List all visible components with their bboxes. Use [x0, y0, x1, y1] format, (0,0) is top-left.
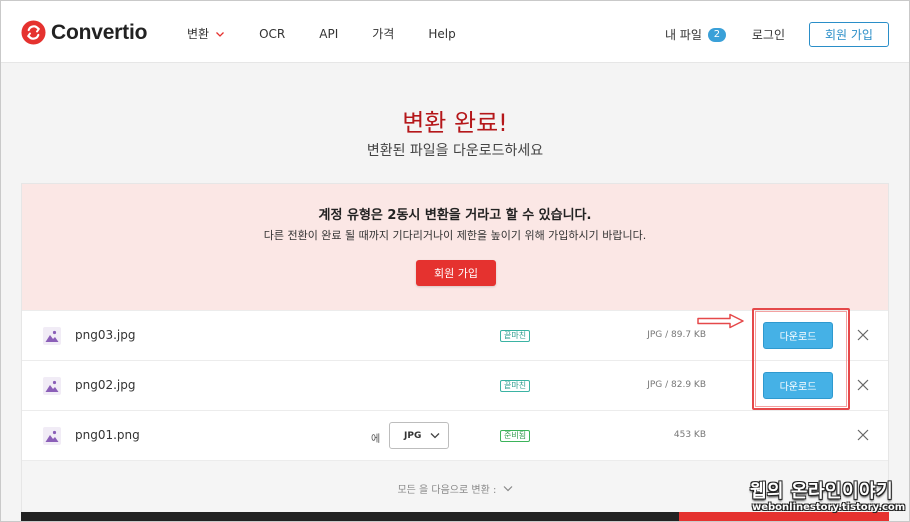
my-files-count-badge: 2 [707, 27, 726, 42]
my-files-label: 내 파일 [664, 28, 702, 42]
file-info: JPG / 82.9 KB [647, 380, 706, 390]
nav-convert[interactable]: 변환 [187, 25, 225, 42]
status-badge: 끝마친 [500, 330, 531, 342]
file-info: 453 KB [673, 430, 706, 440]
file-name: png03.jpg [75, 328, 136, 342]
watermark-title: 웹의 온라인이야기 [750, 481, 894, 502]
nav-pricing[interactable]: 가격 [372, 25, 394, 42]
format-select[interactable]: JPG [389, 422, 449, 449]
status-badge: 준비됨 [500, 430, 531, 442]
nav-ocr[interactable]: OCR [259, 27, 285, 41]
image-file-icon [43, 377, 61, 395]
close-icon[interactable] [856, 378, 870, 392]
login-link[interactable]: 로그인 [752, 26, 785, 43]
main-nav: 변환 OCR API 가격 Help [187, 25, 490, 42]
logo[interactable]: Convertio [21, 20, 147, 45]
highlight-box [752, 308, 850, 410]
image-file-icon [43, 427, 61, 445]
convert-all-label: 모든 을 다음으로 변환 : [397, 485, 497, 496]
file-row: png01.png 에 JPG 준비됨 453 KB [22, 410, 888, 460]
convertio-logo-icon [21, 20, 46, 45]
limit-notice: 계정 유형은 2동시 변환을 거라고 할 수 있습니다. 다른 전환이 완료 될… [22, 184, 888, 310]
signup-button-header[interactable]: 회원 가입 [809, 22, 889, 47]
chevron-down-icon [216, 31, 225, 37]
arrow-right-icon [697, 313, 744, 329]
file-name: png02.jpg [75, 378, 136, 392]
signup-button-notice[interactable]: 회원 가입 [416, 260, 496, 286]
format-select-value: JPG [404, 430, 422, 441]
page-subtitle: 변환된 파일을 다운로드하세요 [366, 143, 544, 159]
convert-to-label: 에 [371, 434, 381, 445]
page-title: 변환 완료! [402, 109, 508, 137]
my-files-link[interactable]: 내 파일 2 [665, 26, 726, 43]
account-nav: 내 파일 2 로그인 회원 가입 [665, 22, 889, 47]
notice-title: 계정 유형은 2동시 변환을 거라고 할 수 있습니다. [318, 208, 592, 223]
watermark: 웹의 온라인이야기 webonlinestory.tistory.com [750, 477, 905, 517]
nav-convert-label: 변환 [187, 27, 210, 41]
top-header: Convertio 변환 OCR API 가격 Help 내 파일 2 로그인 … [1, 1, 909, 63]
logo-text: Convertio [51, 20, 148, 44]
close-icon[interactable] [856, 328, 870, 342]
close-icon[interactable] [856, 428, 870, 442]
nav-api[interactable]: API [319, 27, 338, 41]
status-badge: 끝마친 [500, 380, 531, 392]
file-name: png01.png [75, 428, 140, 442]
nav-help[interactable]: Help [428, 27, 455, 41]
file-info: JPG / 89.7 KB [647, 330, 706, 340]
watermark-url: webonlinestory.tistory.com [752, 502, 906, 513]
image-file-icon [43, 327, 61, 345]
chevron-down-icon [503, 486, 512, 492]
chevron-down-icon [430, 433, 440, 439]
notice-text: 다른 전환이 완료 될 때까지 기다리거나이 제한을 높이기 위해 가입하시기 … [263, 229, 647, 242]
